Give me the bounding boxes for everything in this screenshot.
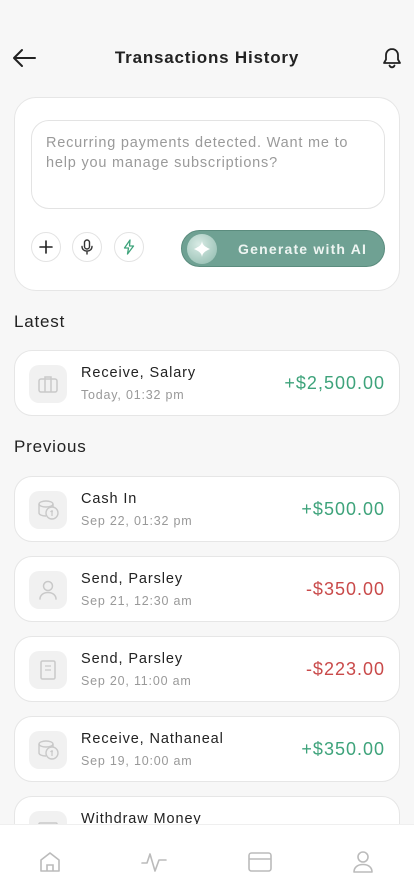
nav-cards[interactable]: [247, 849, 273, 875]
notifications-button[interactable]: [380, 46, 404, 70]
transaction-row[interactable]: Receive, Salary Today, 01:32 pm +$2,500.…: [14, 350, 400, 416]
transaction-amount: +$350.00: [301, 739, 385, 759]
card-icon: [248, 852, 272, 872]
nav-activity[interactable]: [141, 849, 167, 875]
transaction-row[interactable]: Send, Parsley Sep 20, 11:00 am -$223.00: [14, 636, 400, 702]
transaction-amount: +$500.00: [301, 499, 385, 519]
transaction-title: Receive, Salary: [81, 365, 197, 381]
transaction-row[interactable]: Receive, Nathaneal Sep 19, 10:00 am +$35…: [14, 716, 400, 782]
transaction-row[interactable]: Send, Parsley Sep 21, 12:30 am -$350.00: [14, 556, 400, 622]
transaction-time: Sep 22, 01:32 pm: [81, 514, 193, 528]
transaction-amount: +$2,500.00: [284, 373, 385, 393]
lightning-icon: [123, 239, 135, 255]
profile-icon: [353, 851, 373, 873]
add-button[interactable]: [31, 232, 61, 262]
transaction-row[interactable]: Cash In Sep 22, 01:32 pm +$500.00: [14, 476, 400, 542]
transaction-amount: -$350.00: [305, 579, 385, 599]
document-icon: [29, 651, 67, 689]
transaction-title: Send, Parsley: [81, 651, 183, 667]
transaction-title: Send, Parsley: [81, 571, 183, 587]
transaction-time: Sep 21, 12:30 am: [81, 594, 193, 608]
page-title: Transactions History: [114, 48, 300, 67]
transaction-time: Sep 20, 11:00 am: [81, 674, 192, 688]
ai-prompt-input[interactable]: Recurring payments detected. Want me to …: [31, 120, 385, 209]
nav-profile[interactable]: [350, 849, 376, 875]
coins-icon: [29, 491, 67, 529]
generate-with-ai-button[interactable]: Generate with AI: [181, 230, 385, 267]
voice-button[interactable]: [72, 232, 102, 262]
bottom-navigation: [0, 824, 414, 896]
activity-icon: [141, 853, 167, 872]
section-latest-label: Latest: [14, 312, 66, 331]
briefcase-icon: [29, 365, 67, 403]
transaction-time: Today, 01:32 pm: [81, 388, 185, 402]
nav-home[interactable]: [37, 849, 63, 875]
transaction-time: Sep 19, 10:00 am: [81, 754, 193, 768]
coins-icon: [29, 731, 67, 769]
section-previous-label: Previous: [14, 437, 87, 456]
quick-action-button[interactable]: [114, 232, 144, 262]
transaction-title: Cash In: [81, 491, 138, 507]
transaction-title: Receive, Nathaneal: [81, 731, 224, 747]
generate-with-ai-label: Generate with AI: [238, 240, 368, 257]
user-icon: [29, 571, 67, 609]
microphone-icon: [81, 239, 93, 255]
bell-icon: [383, 48, 401, 69]
plus-icon: [39, 240, 53, 254]
sparkle-icon: [187, 233, 217, 264]
home-icon: [40, 852, 60, 872]
ai-assistant-card: Recurring payments detected. Want me to …: [14, 97, 400, 291]
transaction-amount: -$223.00: [305, 659, 385, 679]
